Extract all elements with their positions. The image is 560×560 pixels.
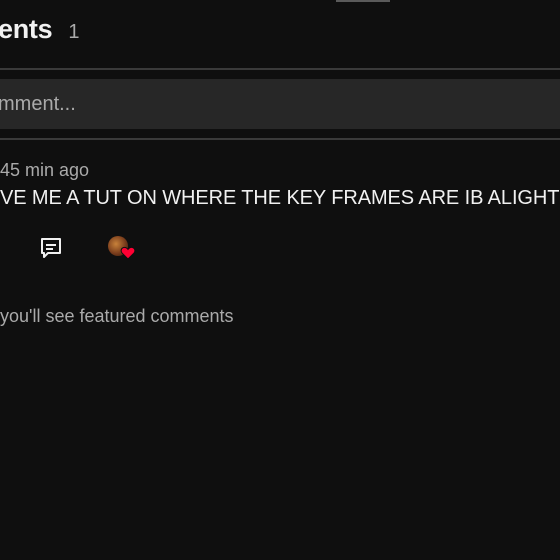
comments-panel: ents 1 mment... 45 min ago VE ME A TUT O…: [0, 0, 560, 560]
comments-header: ents 1: [0, 14, 79, 58]
reply-icon: [41, 238, 61, 258]
drag-handle[interactable]: [336, 0, 390, 2]
comments-title: ents: [0, 14, 53, 44]
comment-text: VE ME A TUT ON WHERE THE KEY FRAMES ARE …: [0, 187, 560, 209]
comment-timestamp: 45 min ago: [0, 160, 90, 180]
add-comment-placeholder: mment...: [0, 92, 76, 115]
comments-count: 1: [68, 21, 80, 43]
heart-icon: [120, 246, 136, 260]
divider: [0, 138, 560, 140]
add-comment-input[interactable]: mment...: [0, 79, 560, 129]
featured-comments-note: you'll see featured comments: [0, 306, 234, 326]
divider: [0, 68, 560, 70]
reply-button[interactable]: [37, 234, 65, 262]
creator-heart-badge: [105, 234, 137, 262]
